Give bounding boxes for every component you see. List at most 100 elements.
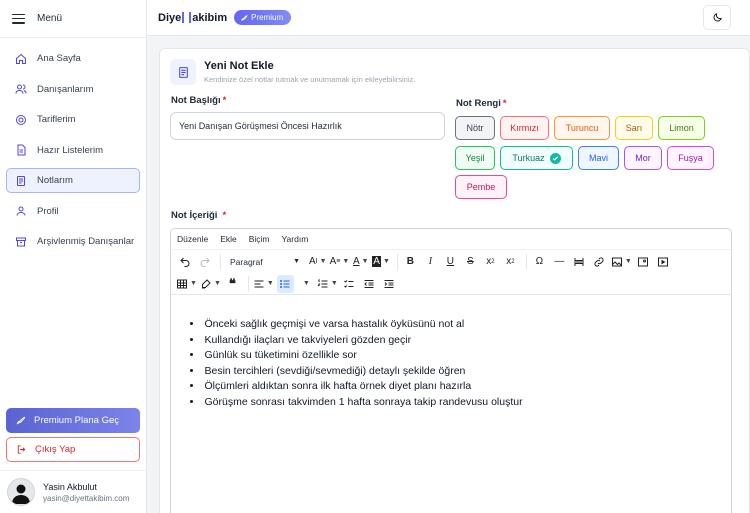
notes-icon [17,175,25,186]
menu-insert[interactable]: Ekle [220,234,237,244]
list-item: Kullandığı ilaçları ve takviyeleri gözde… [190,333,731,349]
topbar: Diye akibim Premium [147,0,750,36]
sidebar-item-recipes[interactable]: Tariflerim [6,107,140,132]
rich-text-editor: Düzenle Ekle Biçim Yardım Paragraf ▼ A I ▼ … [170,228,732,513]
horizontal-rule-icon[interactable]: — [551,253,568,271]
underline-icon[interactable]: U [442,253,459,271]
sidebar-item-label: Danışanlarım [37,83,94,95]
superscript-icon[interactable]: x2 [502,253,519,271]
media-icon[interactable] [655,253,672,271]
notes-icon [170,59,196,85]
card-header: Yeni Not Ekle Kendinize özel notlar tutm… [170,57,415,85]
align-icon[interactable]: ▼ [253,275,274,293]
color-option-turkuaz[interactable]: Turkuaz [500,146,573,170]
list-item: Önceki sağlık geçmişi ve varsa hastalık … [190,317,731,333]
editor-menubar: Düzenle Ekle Biçim Yardım [171,229,731,249]
users-icon [15,84,27,94]
logo-text-left: Diye [158,11,182,24]
sidebar-item-lists[interactable]: Hazır Listelerim [6,138,140,163]
highlight-pen-icon[interactable]: ▼ [200,275,221,293]
bullet-list: Önceki sağlık geçmişi ve varsa hastalık … [190,317,731,410]
editor-toolbar: Paragraf ▼ A I ▼ A ≡ ▼ A ▼ A ▼ B I U S x2 x2 Ω … [171,249,731,273]
list-icon [17,144,26,156]
premium-plan-button[interactable]: Premium Plana Geç [6,408,140,433]
blockquote-icon[interactable]: ❝ [224,275,241,293]
new-note-card: Yeni Not Ekle Kendinize özel notlar tutm… [159,48,750,513]
chevron-down-icon: ▼ [293,258,300,265]
sidebar-title: Menü [37,13,63,24]
bullet-list-icon[interactable] [276,274,294,293]
highlight-color-icon[interactable]: A ▼ [372,253,390,271]
bold-icon[interactable]: B [402,253,419,271]
sidebar-item-label: Tariflerim [37,114,76,125]
sidebar-item-notes[interactable]: Notlarım [6,168,140,193]
user-profile[interactable]: Yasin Akbulut yasin@diyettakibim.com [0,470,146,513]
check-icon [549,152,561,164]
font-size-icon[interactable]: A I ▼ [309,253,327,271]
sidebar-item-clients[interactable]: Danışanlarım [6,77,140,102]
sidebar-item-archive[interactable]: Arşivlenmiş Danışanlar [6,229,140,254]
sidebar-item-home[interactable]: Ana Sayfa [6,46,140,71]
rocket-icon [16,416,26,425]
color-option-yesil[interactable]: Yeşil [455,146,495,170]
recipe-icon [16,114,26,125]
rocket-icon [241,14,248,21]
text-color-icon[interactable]: A ▼ [352,253,369,271]
line-height-icon[interactable]: A ≡ ▼ [330,253,350,271]
image-icon[interactable]: ▼ [611,253,632,271]
theme-toggle-button[interactable] [703,5,731,30]
format-select[interactable]: Paragraf ▼ [225,253,305,271]
sidebar-item-label: Profil [37,205,59,217]
menu-format[interactable]: Biçim [249,234,270,244]
note-title-input[interactable] [170,112,445,140]
undo-icon[interactable] [176,253,193,271]
subscript-icon[interactable]: x2 [482,253,499,271]
menu-edit[interactable]: Düzenle [177,234,208,244]
outdent-icon[interactable] [361,275,378,293]
color-option-kirmizi[interactable]: Kırmızı [500,116,549,140]
logout-button[interactable]: Çıkış Yap [6,437,140,462]
italic-icon[interactable]: I [422,253,439,271]
logo-text-right: akibim [192,11,228,24]
premium-badge: Premium [234,10,292,25]
list-item: Ölçümleri aldıktan sonra ilk hafta örnek… [190,379,731,395]
logo[interactable]: Diye akibim [158,12,227,24]
moon-icon [713,13,722,22]
color-option-mavi[interactable]: Mavi [578,146,619,170]
list-item: Günlük su tüketimini özellikle sor [190,348,731,364]
user-name: Yasin Akbulut [43,481,97,492]
color-option-pembe[interactable]: Pembe [455,175,507,199]
color-option-limon[interactable]: Limon [658,116,705,140]
color-option-sari[interactable]: Sarı [615,116,653,140]
avatar-icon [12,484,30,504]
sidebar-header: Menü [0,0,146,38]
color-option-turuncu[interactable]: Turuncu [554,116,610,140]
editor-content[interactable]: Önceki sağlık geçmişi ve varsa hastalık … [171,295,731,410]
checklist-icon[interactable] [341,275,358,293]
note-color-label: Not Rengi * [456,98,507,109]
note-title-label: Not Başlığı * [171,95,227,106]
sidebar-item-label: Ana Sayfa [37,53,81,64]
premium-plan-label: Premium Plana Geç [34,415,120,426]
menu-icon[interactable] [12,13,25,24]
numbered-list-icon[interactable]: ▼ [317,275,338,293]
redo-icon[interactable] [196,253,213,271]
link-icon[interactable] [591,253,608,271]
avatar [7,478,35,506]
page-title: Yeni Not Ekle [204,60,274,72]
table-icon[interactable]: ▼ [176,275,197,293]
sidebar-item-profile[interactable]: Profil [6,199,140,224]
page-subtitle: Kendinize özel notlar tutmak ve unutmama… [204,75,416,84]
indent-icon[interactable] [381,275,398,293]
chevron-down-icon[interactable]: ▼ [297,275,314,293]
user-icon [16,206,26,216]
edit-image-icon[interactable] [635,253,652,271]
sidebar-nav: Ana Sayfa Danışanlarım Tariflerim Hazır … [0,38,146,254]
special-char-icon[interactable]: Ω [531,253,548,271]
color-option-notr[interactable]: Nötr [455,116,495,140]
color-option-fusya[interactable]: Fuşya [667,146,714,170]
page-break-icon[interactable] [571,253,588,271]
strikethrough-icon[interactable]: S [462,253,479,271]
menu-help[interactable]: Yardım [282,234,309,244]
color-option-mor[interactable]: Mor [624,146,662,170]
